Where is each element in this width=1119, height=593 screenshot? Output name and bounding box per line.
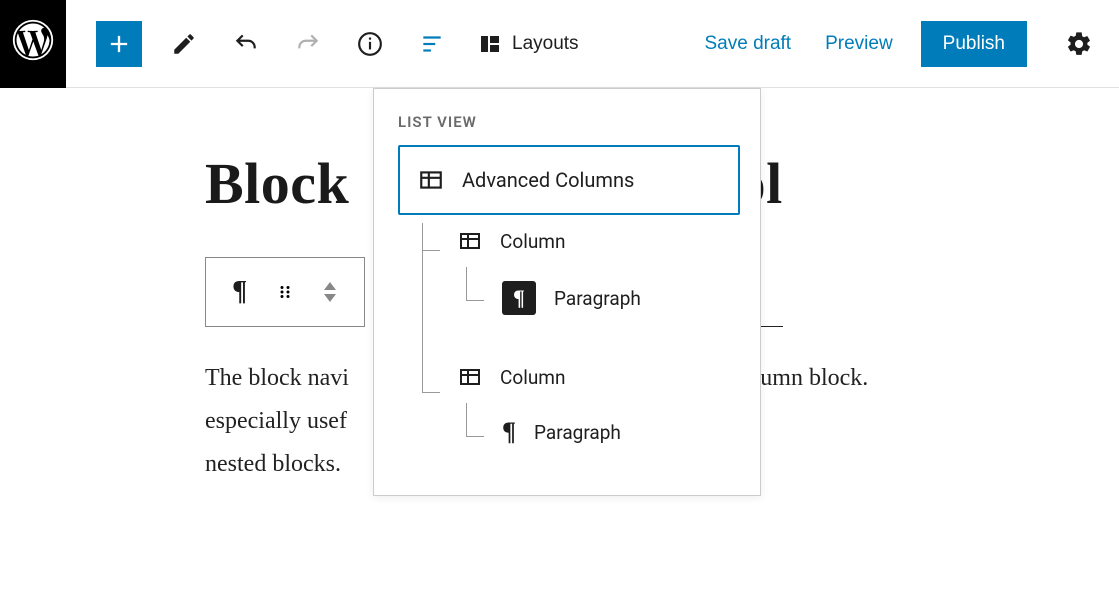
list-view-item-column[interactable]: Column bbox=[442, 215, 740, 267]
list-view-item-paragraph[interactable]: ¶ Paragraph bbox=[486, 267, 740, 329]
list-view-item-paragraph[interactable]: ¶ Paragraph bbox=[486, 403, 740, 461]
undo-icon bbox=[233, 31, 259, 57]
gear-icon bbox=[1065, 30, 1093, 58]
layouts-icon bbox=[478, 32, 502, 56]
list-view-item-label: Advanced Columns bbox=[462, 168, 634, 192]
save-draft-button[interactable]: Save draft bbox=[698, 23, 797, 65]
redo-button[interactable] bbox=[288, 24, 328, 64]
paragraph-icon: ¶ bbox=[502, 417, 516, 447]
paragraph-block-icon: ¶ bbox=[502, 281, 536, 315]
list-view-item-label: Paragraph bbox=[554, 287, 641, 310]
columns-icon bbox=[458, 365, 482, 389]
wordpress-logo-icon bbox=[11, 18, 55, 62]
edit-mode-button[interactable] bbox=[164, 24, 204, 64]
list-view-icon bbox=[419, 31, 445, 57]
paragraph-icon: ¶ bbox=[232, 276, 247, 308]
list-view-header: LIST VIEW bbox=[398, 113, 740, 131]
list-view-item-label: Column bbox=[500, 366, 565, 389]
wordpress-badge[interactable] bbox=[0, 0, 66, 88]
layouts-label: Layouts bbox=[512, 33, 579, 55]
editor-toolbar: Layouts Save draft Preview Publish bbox=[66, 0, 1119, 88]
redo-icon bbox=[295, 31, 321, 57]
mover-icon[interactable] bbox=[322, 282, 338, 302]
list-view-item-label: Column bbox=[500, 230, 565, 253]
info-button[interactable] bbox=[350, 24, 390, 64]
settings-button[interactable] bbox=[1059, 24, 1099, 64]
list-view-item-advanced-columns[interactable]: Advanced Columns bbox=[398, 145, 740, 215]
list-view-popover: LIST VIEW Advanced Columns Column ¶ Para… bbox=[373, 88, 761, 496]
pencil-icon bbox=[171, 31, 197, 57]
drag-handle-icon[interactable] bbox=[276, 283, 294, 301]
publish-button[interactable]: Publish bbox=[921, 21, 1027, 67]
block-mini-toolbar[interactable]: ¶ bbox=[205, 257, 365, 327]
list-view-button[interactable] bbox=[412, 24, 452, 64]
info-icon bbox=[357, 31, 383, 57]
preview-button[interactable]: Preview bbox=[819, 23, 899, 65]
list-view-item-column[interactable]: Column bbox=[442, 351, 740, 403]
list-view-item-label: Paragraph bbox=[534, 421, 621, 444]
add-block-button[interactable] bbox=[96, 21, 142, 67]
plus-icon bbox=[105, 30, 133, 58]
layouts-button[interactable]: Layouts bbox=[474, 32, 583, 56]
undo-button[interactable] bbox=[226, 24, 266, 64]
columns-icon bbox=[418, 167, 444, 193]
columns-icon bbox=[458, 229, 482, 253]
